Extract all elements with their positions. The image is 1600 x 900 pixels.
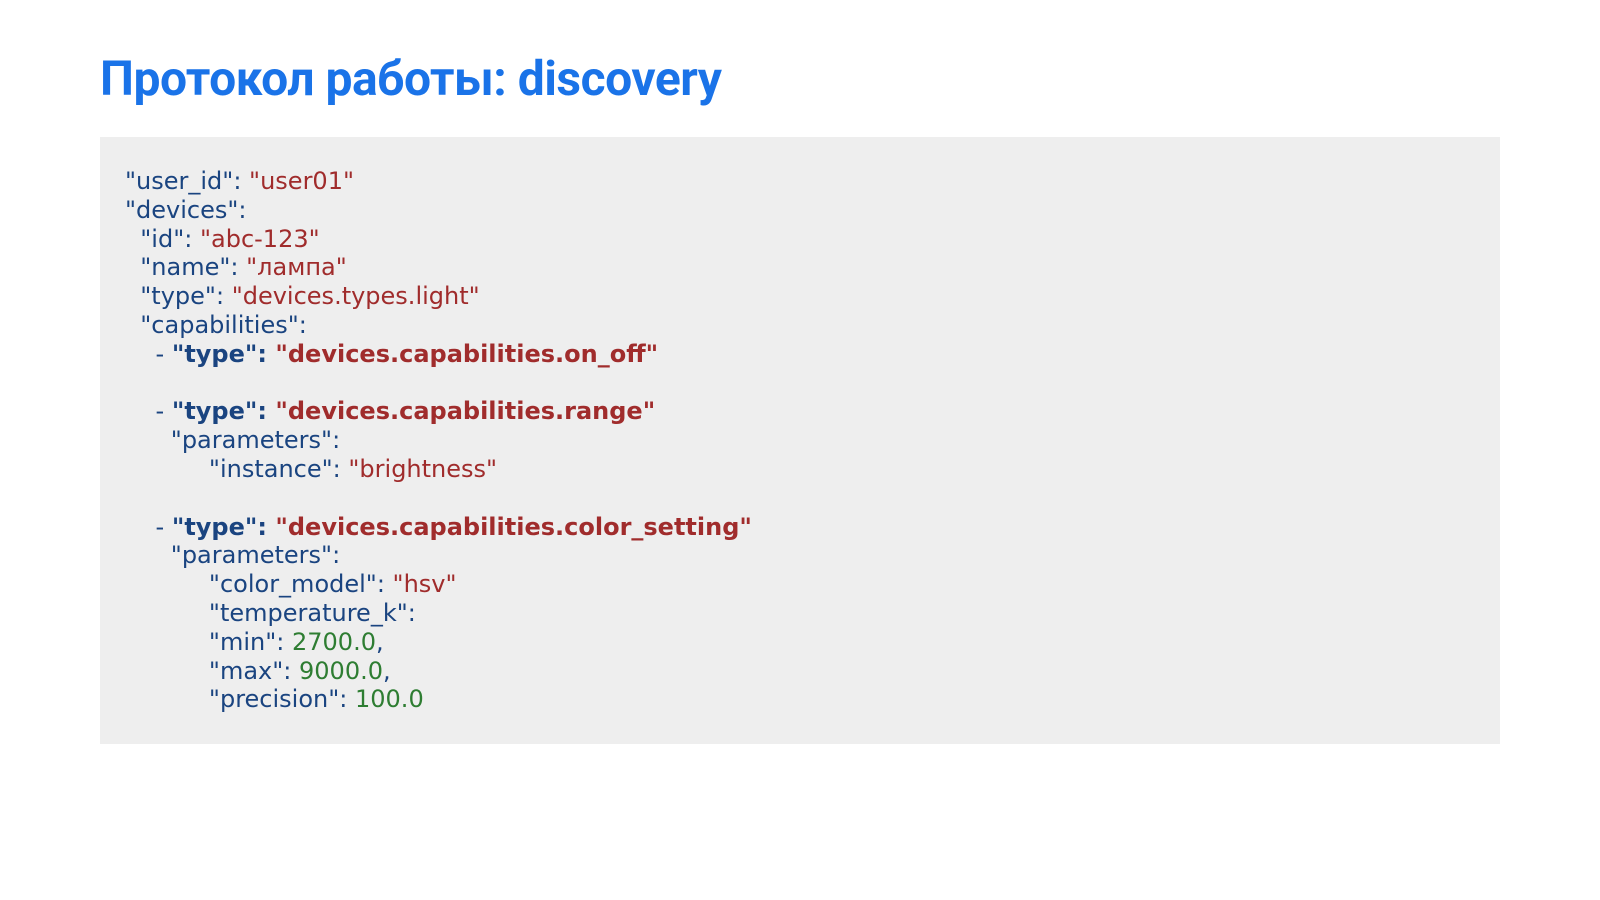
json-punct: : (339, 685, 355, 713)
code-line: "id": "abc-123" (125, 225, 1475, 254)
json-number: 2700.0 (292, 628, 376, 656)
json-punct: , (383, 657, 391, 685)
json-string: "brightness" (348, 455, 497, 483)
code-line: "min": 2700.0, (125, 628, 1475, 657)
json-key: "devices" (125, 196, 238, 224)
json-key: "type" (172, 513, 258, 541)
json-key: "name" (140, 253, 230, 281)
json-punct: : (283, 657, 299, 685)
json-key: "type" (140, 282, 216, 310)
code-line: "capabilities": (125, 311, 1475, 340)
json-key: "min" (209, 628, 276, 656)
json-punct: : (332, 541, 340, 569)
code-line: "precision": 100.0 (125, 685, 1475, 714)
json-key: "type" (172, 397, 258, 425)
code-line: - "type": "devices.capabilities.range" (125, 397, 1475, 426)
json-key: "capabilities" (140, 311, 299, 339)
json-key: "instance" (209, 455, 333, 483)
code-line: "instance": "brightness" (125, 455, 1475, 484)
json-punct: : (184, 225, 200, 253)
code-block: "user_id": "user01""devices": "id": "abc… (100, 137, 1500, 744)
code-line (125, 369, 1475, 398)
json-key: "precision" (209, 685, 339, 713)
json-dash: - (156, 340, 172, 368)
code-line: "max": 9000.0, (125, 657, 1475, 686)
json-key: "type" (172, 340, 258, 368)
json-punct: : (257, 513, 275, 541)
json-punct: : (332, 426, 340, 454)
code-line: "color_model": "hsv" (125, 570, 1475, 599)
code-line: "type": "devices.types.light" (125, 282, 1475, 311)
json-punct: : (216, 282, 232, 310)
code-line: "user_id": "user01" (125, 167, 1475, 196)
json-dash: - (156, 397, 172, 425)
json-string: "user01" (249, 167, 354, 195)
json-string: "abc-123" (200, 225, 320, 253)
json-dash: - (156, 513, 172, 541)
code-line: - "type": "devices.capabilities.on_off" (125, 340, 1475, 369)
json-string: "лампа" (246, 253, 347, 281)
json-punct: : (233, 167, 249, 195)
json-key: "parameters" (171, 426, 332, 454)
json-string: "hsv" (393, 570, 457, 598)
json-punct: , (376, 628, 384, 656)
code-line: "parameters": (125, 541, 1475, 570)
json-key: "temperature_k" (209, 599, 408, 627)
json-string: "devices.capabilities.on_off" (275, 340, 658, 368)
json-punct: : (333, 455, 349, 483)
json-punct: : (257, 397, 275, 425)
code-line: "temperature_k": (125, 599, 1475, 628)
json-punct: : (230, 253, 246, 281)
json-key: "color_model" (209, 570, 377, 598)
code-line (125, 484, 1475, 513)
page-title: Протокол работы: discovery (100, 50, 1500, 107)
code-line: "devices": (125, 196, 1475, 225)
json-string: "devices.capabilities.color_setting" (275, 513, 752, 541)
json-key: "id" (140, 225, 184, 253)
json-punct: : (299, 311, 307, 339)
json-punct: : (276, 628, 292, 656)
json-punct: : (408, 599, 416, 627)
json-punct: : (238, 196, 246, 224)
json-number: 100.0 (355, 685, 424, 713)
code-line: "name": "лампа" (125, 253, 1475, 282)
code-line: - "type": "devices.capabilities.color_se… (125, 513, 1475, 542)
json-string: "devices.types.light" (232, 282, 480, 310)
json-key: "user_id" (125, 167, 233, 195)
json-number: 9000.0 (299, 657, 383, 685)
json-punct: : (257, 340, 275, 368)
json-string: "devices.capabilities.range" (275, 397, 655, 425)
code-line: "parameters": (125, 426, 1475, 455)
json-punct: : (377, 570, 393, 598)
slide: Протокол работы: discovery "user_id": "u… (0, 0, 1600, 744)
json-key: "parameters" (171, 541, 332, 569)
json-key: "max" (209, 657, 283, 685)
